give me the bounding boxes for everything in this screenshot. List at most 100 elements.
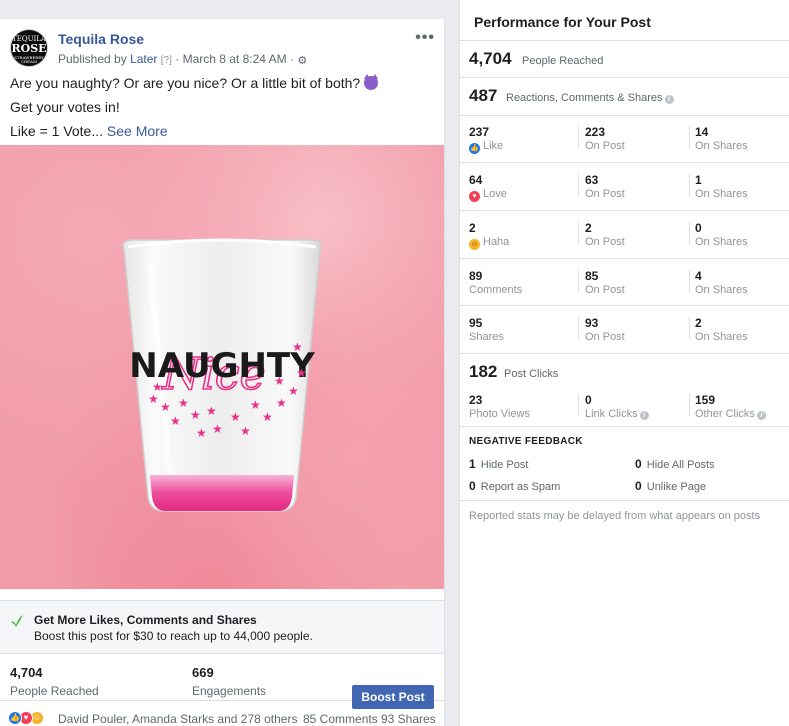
panel-title: Performance for Your Post bbox=[474, 14, 651, 30]
divider bbox=[460, 258, 789, 259]
other-clicks-value: 159 bbox=[695, 393, 716, 407]
photo-views-label: Photo Views bbox=[469, 408, 530, 420]
like-reaction-icon: 👍 bbox=[469, 143, 480, 154]
stats-footnote: Reported stats may be delayed from what … bbox=[469, 510, 761, 522]
shares-on-post: 93 bbox=[585, 316, 599, 330]
post-card: TEQUILA ROSE STRAWBERRY CREAM Tequila Ro… bbox=[0, 19, 445, 726]
page-name-link[interactable]: Tequila Rose bbox=[58, 31, 144, 47]
info-icon[interactable]: i bbox=[756, 411, 766, 420]
haha-label: Haha bbox=[483, 236, 510, 248]
divider bbox=[460, 353, 789, 354]
love-on-shares: 1 bbox=[695, 173, 702, 187]
leaf-check-icon bbox=[11, 615, 23, 627]
post-clicks-value: 182 bbox=[469, 362, 498, 381]
spam-label: Report as Spam bbox=[480, 481, 561, 493]
reactions-bar: ☺ ♥ 👍 David Pouler, Amanda Starks and 27… bbox=[0, 709, 444, 726]
engagements-label: Engagements bbox=[192, 684, 267, 698]
divider bbox=[460, 77, 789, 78]
comments-count-link[interactable]: 85 Comments bbox=[303, 712, 378, 726]
unlike-stat: 0 Unlike Page bbox=[635, 479, 706, 493]
rcs-label: Reactions, Comments & Shares bbox=[506, 92, 663, 104]
post-date-link[interactable]: March 8 at 8:24 AM bbox=[183, 52, 287, 66]
other-clicks-label: Other Clicks bbox=[695, 408, 755, 420]
shares-on-shares: 2 bbox=[695, 316, 702, 330]
gear-icon[interactable]: ⚙ bbox=[297, 56, 307, 67]
shares-count-link[interactable]: 93 Shares bbox=[381, 712, 436, 726]
post-text: Are you naughty? Or are you nice? Or a l… bbox=[10, 73, 435, 145]
link-clicks-label: Link Clicks bbox=[585, 408, 638, 420]
boost-promo-subtitle: Boost this post for $30 to reach up to 4… bbox=[34, 629, 313, 643]
haha-reaction-icon: ☺ bbox=[469, 239, 480, 250]
svg-text:★: ★ bbox=[296, 366, 307, 380]
on-shares-label: On Shares bbox=[695, 284, 748, 296]
post-meta: Published by Later [?] · March 8 at 8:24… bbox=[58, 52, 308, 67]
svg-text:★: ★ bbox=[288, 384, 299, 398]
svg-text:★: ★ bbox=[292, 340, 303, 354]
more-options-icon[interactable]: ••• bbox=[415, 29, 435, 47]
hide-all-value: 0 bbox=[635, 457, 642, 471]
post-stats-row: 4,704 People Reached 669 Engagements Boo… bbox=[0, 655, 444, 709]
info-icon[interactable]: i bbox=[664, 95, 674, 104]
love-total: 64 bbox=[469, 173, 483, 187]
svg-text:★: ★ bbox=[274, 374, 285, 388]
published-by-app-link[interactable]: Later bbox=[130, 52, 157, 66]
comments-on-post: 85 bbox=[585, 269, 599, 283]
info-icon[interactable]: i bbox=[639, 411, 649, 420]
svg-text:★: ★ bbox=[170, 414, 181, 428]
post-clicks-label: Post Clicks bbox=[504, 368, 559, 380]
boost-post-button[interactable]: Boost Post bbox=[352, 685, 434, 709]
svg-text:★: ★ bbox=[262, 410, 273, 424]
on-post-label: On Post bbox=[585, 331, 625, 343]
on-post-label: On Post bbox=[585, 284, 625, 296]
divider bbox=[460, 426, 789, 427]
unlike-value: 0 bbox=[635, 479, 642, 493]
hide-post-label: Hide Post bbox=[480, 459, 529, 471]
svg-text:★: ★ bbox=[230, 410, 241, 424]
engagements-value: 669 bbox=[192, 665, 214, 680]
panel-reached-value: 4,704 bbox=[469, 49, 512, 68]
like-total: 237 bbox=[469, 125, 490, 139]
love-on-post: 63 bbox=[585, 173, 599, 187]
svg-text:★: ★ bbox=[250, 398, 261, 412]
people-reached-label: People Reached bbox=[10, 684, 99, 698]
on-post-label: On Post bbox=[585, 236, 625, 248]
avatar-text-bottom: STRAWBERRY CREAM bbox=[14, 55, 44, 64]
love-reaction-icon: ♥ bbox=[469, 191, 480, 202]
svg-text:★: ★ bbox=[206, 404, 217, 418]
post-header: TEQUILA ROSE STRAWBERRY CREAM Tequila Ro… bbox=[10, 29, 435, 69]
link-clicks-value: 0 bbox=[585, 393, 592, 407]
published-by-prefix: Published by bbox=[58, 52, 127, 66]
haha-total: 2 bbox=[469, 221, 476, 235]
performance-panel: Performance for Your Post 4,704 People R… bbox=[459, 0, 789, 726]
photo-views-value: 23 bbox=[469, 393, 483, 407]
spam-value: 0 bbox=[469, 479, 476, 493]
hide-all-stat: 0 Hide All Posts bbox=[635, 457, 715, 471]
svg-text:★: ★ bbox=[212, 422, 223, 436]
comments-on-shares: 4 bbox=[695, 269, 702, 283]
reaction-names-link[interactable]: David Pouler, Amanda Starks and 278 othe… bbox=[58, 712, 297, 726]
on-post-label: On Post bbox=[585, 140, 625, 152]
comments-label: Comments bbox=[469, 284, 523, 296]
shot-glass-illustration: Nice NAUGHTY ★★ ★ ★ ★ ★ ★★★ ★★★ ★★★ ★★★ bbox=[122, 238, 322, 512]
like-reaction-icon[interactable]: 👍 bbox=[8, 711, 22, 725]
hide-post-stat: 1 Hide Post bbox=[469, 457, 528, 471]
help-mark[interactable]: [?] bbox=[161, 55, 172, 66]
divider bbox=[460, 40, 789, 41]
divider bbox=[460, 500, 789, 501]
svg-text:★: ★ bbox=[178, 396, 189, 410]
on-shares-label: On Shares bbox=[695, 236, 748, 248]
see-more-link[interactable]: See More bbox=[107, 123, 168, 139]
page-avatar[interactable]: TEQUILA ROSE STRAWBERRY CREAM bbox=[10, 29, 48, 67]
svg-text:★: ★ bbox=[190, 408, 201, 422]
devil-emoji-icon bbox=[364, 74, 379, 90]
shares-total: 95 bbox=[469, 316, 483, 330]
on-shares-label: On Shares bbox=[695, 188, 748, 200]
boost-promo[interactable]: Get More Likes, Comments and Shares Boos… bbox=[0, 600, 444, 654]
post-text-line-1: Are you naughty? Or are you nice? Or a l… bbox=[10, 75, 361, 91]
svg-text:★: ★ bbox=[148, 392, 159, 406]
post-text-line-3: Like = 1 Vote... bbox=[10, 123, 104, 139]
like-on-post: 223 bbox=[585, 125, 606, 139]
like-label: Like bbox=[483, 140, 504, 152]
boost-promo-title: Get More Likes, Comments and Shares bbox=[34, 613, 257, 627]
post-image[interactable]: Nice NAUGHTY ★ ★ ★ ★ ★ ★ ★ ★ ★ ★ ★ ★ ★ ★ ★ ★ ★ ★ bbox=[0, 145, 444, 589]
